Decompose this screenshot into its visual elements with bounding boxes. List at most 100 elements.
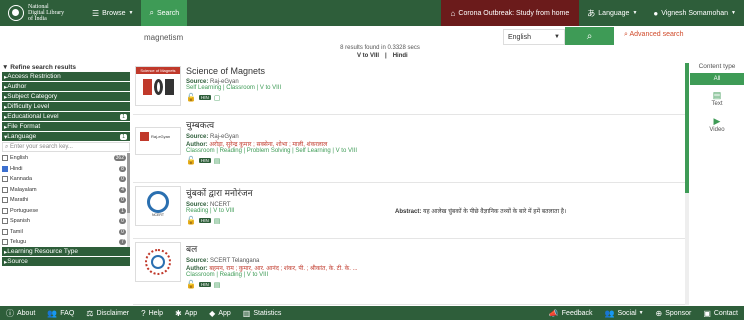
active-filters: V to VIII | Hindi — [355, 53, 410, 59]
result-title[interactable]: चुम्बकत्व — [186, 118, 687, 131]
content-type-text[interactable]: ▤ Text — [690, 85, 744, 111]
checkbox[interactable] — [2, 228, 8, 235]
building-icon: ⌂ — [450, 8, 456, 18]
apple-icon: ◆ — [209, 308, 216, 318]
corona-banner[interactable]: ⌂ Corona Outbreak: Study from home — [440, 0, 580, 26]
count-badge: 1 — [120, 133, 127, 140]
ndli-logo[interactable]: National Digital Library of India — [0, 0, 84, 26]
contact-card-icon: ▣ — [703, 308, 711, 318]
search-row: English ▼ ⌕ ⌕ Advanced search — [0, 26, 744, 46]
language-option[interactable]: Malayalam 4 — [2, 185, 130, 196]
search-button[interactable]: ⌕ — [565, 27, 614, 45]
refine-heading: ▼ Refine search results — [2, 64, 77, 71]
footer-sponsor[interactable]: ⊕ Sponsor — [650, 309, 698, 318]
facet-sidebar: ▼ Refine search results ▸ Access Restric… — [2, 63, 130, 267]
footer-feedback[interactable]: 📣 Feedback — [543, 309, 599, 318]
language-menu[interactable]: あ Language ▼ — [579, 0, 645, 26]
handshake-icon: ⊕ — [655, 308, 663, 318]
video-icon: ▶ — [713, 115, 721, 126]
search-icon: ⌕ — [5, 143, 9, 150]
language-select[interactable]: English ▼ — [503, 29, 565, 45]
language-list-scrollbar[interactable] — [127, 153, 130, 247]
language-option[interactable]: Telugu 7 — [2, 237, 130, 247]
checkbox[interactable] — [2, 176, 8, 183]
facet-educational-level[interactable]: ▸ Educational Level 1 — [2, 112, 130, 121]
result-card[interactable]: NCERT चुंबकों द्वारा मनोरंजन Source: NCE… — [133, 183, 687, 239]
result-thumbnail[interactable]: NCERT — [135, 186, 181, 226]
checkbox[interactable] — [2, 239, 8, 246]
language-list: English 362 Hindi 8 Kannada 0 Malayalam 4 Ma… — [2, 153, 130, 247]
content-type-video[interactable]: ▶ Video — [690, 111, 744, 137]
result-title[interactable]: बल — [186, 242, 687, 255]
result-card[interactable]: बल Source: SCERT Telangana Author: बहमन,… — [133, 239, 687, 305]
advanced-search-link[interactable]: ⌕ Advanced search — [624, 31, 684, 39]
checkbox[interactable] — [2, 218, 8, 225]
results-list: Science of Magnets Science of Magnets So… — [133, 63, 687, 305]
facet-author[interactable]: ▸ Author — [2, 82, 130, 91]
result-thumbnail[interactable] — [135, 242, 181, 282]
result-title[interactable]: चुंबकों द्वारा मनोरंजन — [186, 186, 687, 199]
user-menu[interactable]: ● Vignesh Somamohan ▼ — [645, 0, 744, 26]
language-option[interactable]: English 362 — [2, 153, 130, 164]
footer-faq[interactable]: 👥 FAQ — [41, 309, 80, 318]
checkbox[interactable] — [2, 197, 8, 204]
browse-menu[interactable]: ☰ Browse ▼ — [84, 0, 141, 26]
chevron-down-icon: ▼ — [128, 10, 134, 16]
facet-difficulty-level[interactable]: ▸ Difficulty Level — [2, 102, 130, 111]
hamburger-icon: ☰ — [92, 8, 100, 18]
results-scrollbar[interactable] — [685, 63, 689, 305]
language-badge: HIN — [198, 282, 211, 287]
language-option[interactable]: Tamil 0 — [2, 227, 130, 238]
result-card[interactable]: Raj-eGyan चुम्बकत्व Source: Raj-eGyan Au… — [133, 115, 687, 183]
footer-statistics[interactable]: ▥ Statistics — [237, 309, 288, 318]
open-access-icon: 🔓 — [186, 156, 196, 165]
filter-chip[interactable]: Hindi — [391, 53, 410, 59]
footer-contact[interactable]: ▣ Contact — [697, 309, 744, 318]
language-badge: HIN — [198, 95, 211, 100]
document-icon: ▤ — [213, 217, 221, 225]
facet-file-format[interactable]: ▸ File Format — [2, 122, 130, 131]
logo-icon — [8, 5, 24, 21]
result-title[interactable]: Science of Magnets — [186, 66, 687, 76]
android-icon: ✱ — [174, 308, 182, 318]
user-icon: ● — [653, 8, 659, 18]
open-access-icon: 🔓 — [186, 216, 196, 225]
footer-about[interactable]: ⓘ About — [0, 308, 41, 319]
checkbox-checked[interactable] — [2, 165, 8, 172]
facet-source[interactable]: ▸ Source — [2, 257, 130, 266]
chevron-down-icon: ▼ — [731, 10, 736, 16]
footer-ios-app[interactable]: ◆ App — [203, 309, 237, 318]
facet-access-restriction[interactable]: ▸ Access Restriction — [2, 72, 130, 81]
facet-subject-category[interactable]: ▸ Subject Category — [2, 92, 130, 101]
language-search-input[interactable]: ⌕ Enter your search key... — [2, 142, 130, 152]
result-card[interactable]: Science of Magnets Science of Magnets So… — [133, 63, 687, 115]
footer-android-app[interactable]: ✱ App — [169, 309, 203, 318]
megaphone-icon: 📣 — [548, 308, 559, 318]
facet-learning-resource-type[interactable]: ▸ Learning Resource Type — [2, 247, 130, 256]
results-count: 8 results found in 0.3328 secs — [340, 45, 420, 51]
facet-language[interactable]: ▾ Language 1 — [2, 132, 130, 141]
language-option[interactable]: Hindi 8 — [2, 164, 130, 175]
checkbox[interactable] — [2, 207, 8, 214]
search-tab[interactable]: ⌕ Search — [141, 0, 188, 26]
result-thumbnail[interactable]: Science of Magnets — [135, 66, 181, 106]
text-doc-icon: ▤ — [712, 89, 722, 100]
language-option[interactable]: Spanish 0 — [2, 216, 130, 227]
footer-help[interactable]: ? Help — [135, 309, 169, 318]
footer-disclaimer[interactable]: ⚖ Disclaimer — [80, 309, 135, 318]
language-option[interactable]: Kannada 0 — [2, 174, 130, 185]
footer-social[interactable]: 👥 Social ▼ — [599, 309, 650, 318]
open-access-icon: 🔓 — [186, 280, 196, 289]
chevron-down-icon: ▼ — [632, 10, 638, 16]
checkbox[interactable] — [2, 155, 8, 162]
search-icon: ⌕ — [586, 30, 593, 42]
search-input[interactable] — [138, 29, 501, 45]
content-type-panel: Content type All ▤ Text ▶ Video — [690, 63, 744, 137]
checkbox[interactable] — [2, 186, 8, 193]
language-option[interactable]: Portuguese 1 — [2, 206, 130, 217]
content-type-all[interactable]: All — [690, 73, 744, 85]
language-option[interactable]: Marathi 0 — [2, 195, 130, 206]
top-navbar: National Digital Library of India ☰ Brow… — [0, 0, 744, 26]
result-thumbnail[interactable]: Raj-eGyan — [135, 127, 181, 155]
filter-chip[interactable]: V to VIII — [355, 53, 381, 59]
